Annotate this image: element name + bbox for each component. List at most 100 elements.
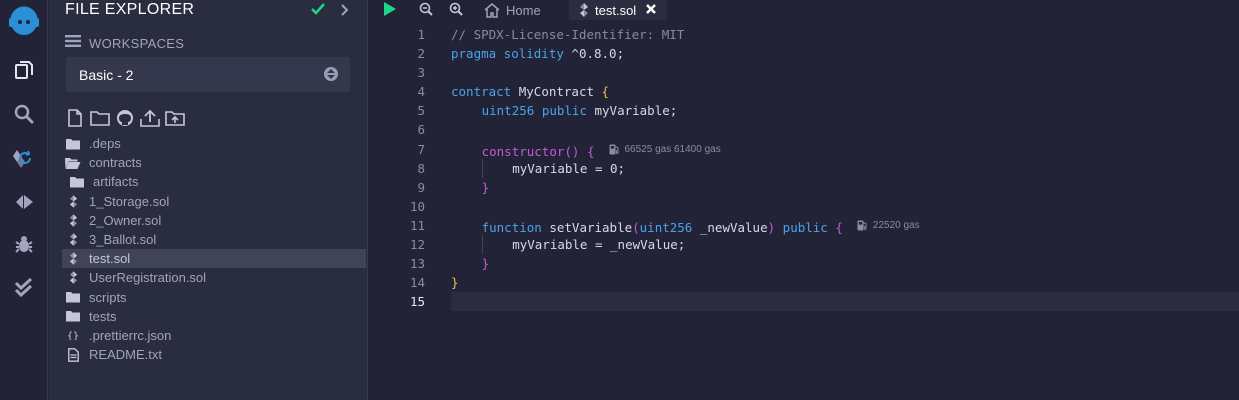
file-tree-item[interactable]: {} .prettierrc.json <box>62 326 366 345</box>
file-tree-item[interactable]: 1_Storage.sol <box>62 192 366 211</box>
tab-test-sol[interactable]: test.sol <box>569 0 667 20</box>
select-caret-icon <box>324 67 338 81</box>
workspace-select-value: Basic - 2 <box>79 66 134 83</box>
code-line-content: } <box>451 273 459 292</box>
file-tree-item-label: 2_Owner.sol <box>89 212 162 228</box>
line-number: 2 <box>417 46 425 62</box>
file-tree-item-label: contracts <box>89 155 142 171</box>
code-line[interactable]: contract MyContract { <box>451 82 1239 101</box>
code-line[interactable]: } <box>451 273 1239 292</box>
file-explorer-icon[interactable] <box>0 52 48 88</box>
code-area[interactable]: // SPDX-License-Identifier: MIT pragma so… <box>451 25 1239 312</box>
tab-test-sol-label: test.sol <box>595 2 637 18</box>
file-tree-item[interactable]: UserRegistration.sol <box>62 268 366 287</box>
file-tree-item[interactable]: 3_Ballot.sol <box>62 230 366 249</box>
file-explorer-toolbar <box>65 108 185 128</box>
file-tree-item-label: artifacts <box>93 174 139 190</box>
line-number: 3 <box>417 65 425 81</box>
code-line[interactable]: myVariable = 0; <box>451 158 1239 178</box>
line-number: 7 <box>417 141 425 157</box>
code-token: () <box>564 143 587 159</box>
code-line-content: } <box>451 254 490 273</box>
file-tree-item[interactable]: test.sol <box>62 249 366 269</box>
file-tree-item-label: test.sol <box>89 251 131 267</box>
file-tree-item-label: scripts <box>89 289 127 305</box>
code-line[interactable]: // SPDX-License-Identifier: MIT <box>451 25 1239 44</box>
file-tree-item[interactable]: tests <box>62 307 366 326</box>
line-number: 5 <box>417 103 425 119</box>
code-line[interactable]: constructor() {66525 gas 61400 gas <box>451 140 1239 159</box>
code-line[interactable]: function setVariable(uint256 _newValue) … <box>451 216 1239 235</box>
code-token: uint256 <box>639 219 693 235</box>
solidity-file-icon <box>65 213 81 227</box>
code-line-content: pragma solidity ^0.8.0; <box>451 44 624 63</box>
code-token: myVariable = 0; <box>512 160 626 176</box>
search-icon[interactable] <box>0 96 48 132</box>
check-icon[interactable] <box>311 2 325 20</box>
code-token: _newValue <box>692 219 768 235</box>
code-line[interactable]: } <box>451 254 1239 273</box>
code-line[interactable]: } <box>451 178 1239 197</box>
code-line[interactable] <box>451 120 1239 139</box>
line-number: 14 <box>409 275 425 291</box>
github-icon[interactable] <box>115 108 135 128</box>
new-file-icon[interactable] <box>65 108 85 128</box>
gas-pump-icon <box>857 220 867 231</box>
code-line-content: } <box>451 178 490 197</box>
code-line[interactable] <box>451 63 1239 82</box>
zoom-out-icon[interactable] <box>419 2 433 21</box>
workspace-select[interactable]: Basic - 2 <box>66 57 350 92</box>
file-tree-item[interactable]: scripts <box>62 288 366 307</box>
debugger-icon[interactable] <box>0 226 48 262</box>
code-line[interactable]: myVariable = _newValue; <box>451 235 1239 255</box>
code-token: public <box>782 219 828 235</box>
remix-logo-icon[interactable] <box>0 0 48 40</box>
new-folder-icon[interactable] <box>90 108 110 128</box>
line-number: 1 <box>417 27 425 42</box>
chevron-right-icon[interactable] <box>341 3 349 21</box>
file-tree-item[interactable]: 2_Owner.sol <box>62 211 366 230</box>
zoom-in-icon[interactable] <box>449 2 463 21</box>
solidity-file-icon <box>65 194 81 208</box>
unit-testing-icon[interactable] <box>0 270 48 306</box>
code-line[interactable]: uint256 public myVariable; <box>451 101 1239 120</box>
folder-icon <box>69 175 85 189</box>
code-token: myVariable; <box>586 103 678 119</box>
code-line[interactable] <box>451 197 1239 216</box>
hamburger-menu-icon[interactable] <box>65 34 81 53</box>
code-token: { <box>586 143 595 159</box>
code-token: ^0.8.0; <box>563 46 625 62</box>
file-tree-item-label: 1_Storage.sol <box>89 193 170 209</box>
code-token: { <box>601 84 610 100</box>
code-token: } <box>481 179 490 195</box>
file-tree-item[interactable]: .deps <box>62 134 366 153</box>
code-token: } <box>481 256 490 272</box>
file-tree-item[interactable]: README.txt <box>62 345 366 364</box>
upload-folder-icon[interactable] <box>165 108 185 128</box>
code-line[interactable]: pragma solidity ^0.8.0; <box>451 44 1239 63</box>
code-token: pragma solidity <box>451 46 564 62</box>
indent-guide <box>481 235 483 255</box>
line-number: 13 <box>409 256 425 272</box>
tab-home[interactable]: Home <box>484 0 541 20</box>
workspaces-row: WORKSPACES <box>65 34 184 52</box>
solidity-file-icon <box>579 3 589 17</box>
solidity-compiler-icon[interactable] <box>0 142 48 178</box>
solidity-file-icon <box>65 252 81 266</box>
code-token: MyContract <box>511 84 602 100</box>
run-icon[interactable] <box>383 1 397 22</box>
upload-file-icon[interactable] <box>140 108 160 128</box>
code-token: ) <box>767 219 783 235</box>
line-number: 10 <box>409 198 425 214</box>
file-tree-item[interactable]: contracts <box>62 153 366 172</box>
code-line-content: uint256 public myVariable; <box>451 101 678 120</box>
deploy-run-icon[interactable] <box>0 184 48 220</box>
code-line[interactable] <box>451 292 1239 312</box>
file-tree-item[interactable]: artifacts <box>62 172 366 191</box>
editor-tabbar: Home test.sol <box>369 0 1239 20</box>
close-icon[interactable] <box>645 3 657 18</box>
file-explorer-title: FILE EXPLORER <box>65 1 195 18</box>
code-line-content: // SPDX-License-Identifier: MIT <box>451 25 684 44</box>
code-token: setVariable <box>541 219 633 235</box>
